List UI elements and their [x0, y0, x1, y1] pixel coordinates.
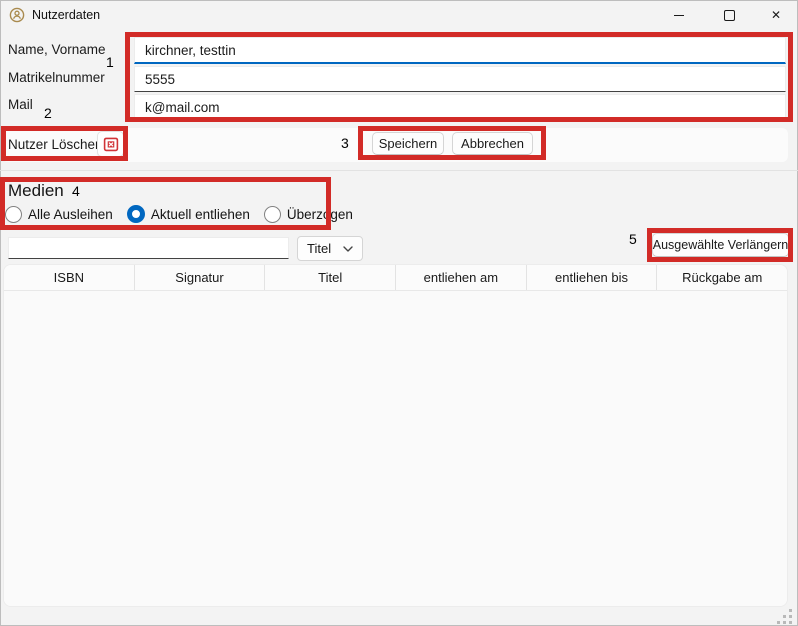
filter-dropdown[interactable]: Titel: [297, 236, 363, 261]
minimize-button[interactable]: [656, 0, 702, 30]
section-divider: [0, 170, 798, 171]
media-search-input[interactable]: [8, 237, 289, 259]
annotation-number-5: 5: [629, 231, 637, 247]
delete-user-button[interactable]: [97, 131, 124, 157]
annotation-number-3: 3: [341, 135, 349, 151]
column-header-entliehen-bis[interactable]: entliehen bis: [527, 265, 658, 290]
filter-dropdown-value: Titel: [307, 241, 331, 256]
matrikelnummer-label: Matrikelnummer: [8, 70, 105, 85]
table-header-row: ISBN Signatur Titel entliehen am entlieh…: [4, 265, 787, 291]
name-input[interactable]: [134, 37, 786, 64]
window-title: Nutzerdaten: [32, 8, 100, 22]
resize-grip[interactable]: [777, 609, 780, 612]
radio-label: Aktuell entliehen: [151, 207, 250, 222]
radio-label: Alle Ausleihen: [28, 207, 113, 222]
annotation-number-1: 1: [106, 54, 114, 70]
cancel-button[interactable]: Abbrechen: [452, 132, 533, 155]
radio-label: Überzogen: [287, 207, 353, 222]
matrikelnummer-input[interactable]: [134, 66, 786, 92]
maximize-button[interactable]: [706, 0, 752, 30]
user-icon: [9, 7, 25, 23]
close-button[interactable]: ✕: [753, 0, 798, 30]
loan-filter-radio-group: Alle Ausleihen Aktuell entliehen Überzog…: [5, 205, 353, 223]
medien-heading: Medien: [8, 181, 64, 201]
extend-selected-button[interactable]: Ausgewählte Verlängern: [652, 233, 789, 257]
name-label: Name, Vorname: [8, 42, 106, 57]
annotation-number-2: 2: [44, 105, 52, 121]
chevron-down-icon: [343, 246, 353, 252]
minimize-icon: [674, 15, 684, 16]
annotation-number-4: 4: [72, 183, 80, 199]
radio-icon: [5, 206, 22, 223]
close-icon: ✕: [771, 9, 781, 21]
nutzerdaten-window: { "window": { "title": "Nutzerdaten", "c…: [0, 0, 798, 626]
delete-user-label: Nutzer Löschen: [8, 137, 103, 152]
save-button[interactable]: Speichern: [372, 132, 444, 155]
delete-icon: [103, 136, 119, 152]
maximize-icon: [724, 10, 735, 21]
radio-ueberzogen[interactable]: Überzogen: [264, 206, 353, 223]
radio-icon: [264, 206, 281, 223]
column-header-signatur[interactable]: Signatur: [135, 265, 266, 290]
column-header-isbn[interactable]: ISBN: [4, 265, 135, 290]
radio-alle-ausleihen[interactable]: Alle Ausleihen: [5, 206, 113, 223]
column-header-entliehen-am[interactable]: entliehen am: [396, 265, 527, 290]
mail-input[interactable]: [134, 94, 786, 120]
radio-aktuell-entliehen[interactable]: Aktuell entliehen: [127, 205, 250, 223]
table-body-empty: [4, 291, 787, 607]
loans-table: ISBN Signatur Titel entliehen am entlieh…: [3, 264, 788, 607]
radio-icon: [127, 205, 145, 223]
mail-label: Mail: [8, 97, 33, 112]
column-header-rueckgabe-am[interactable]: Rückgabe am: [657, 265, 787, 290]
column-header-titel[interactable]: Titel: [265, 265, 396, 290]
